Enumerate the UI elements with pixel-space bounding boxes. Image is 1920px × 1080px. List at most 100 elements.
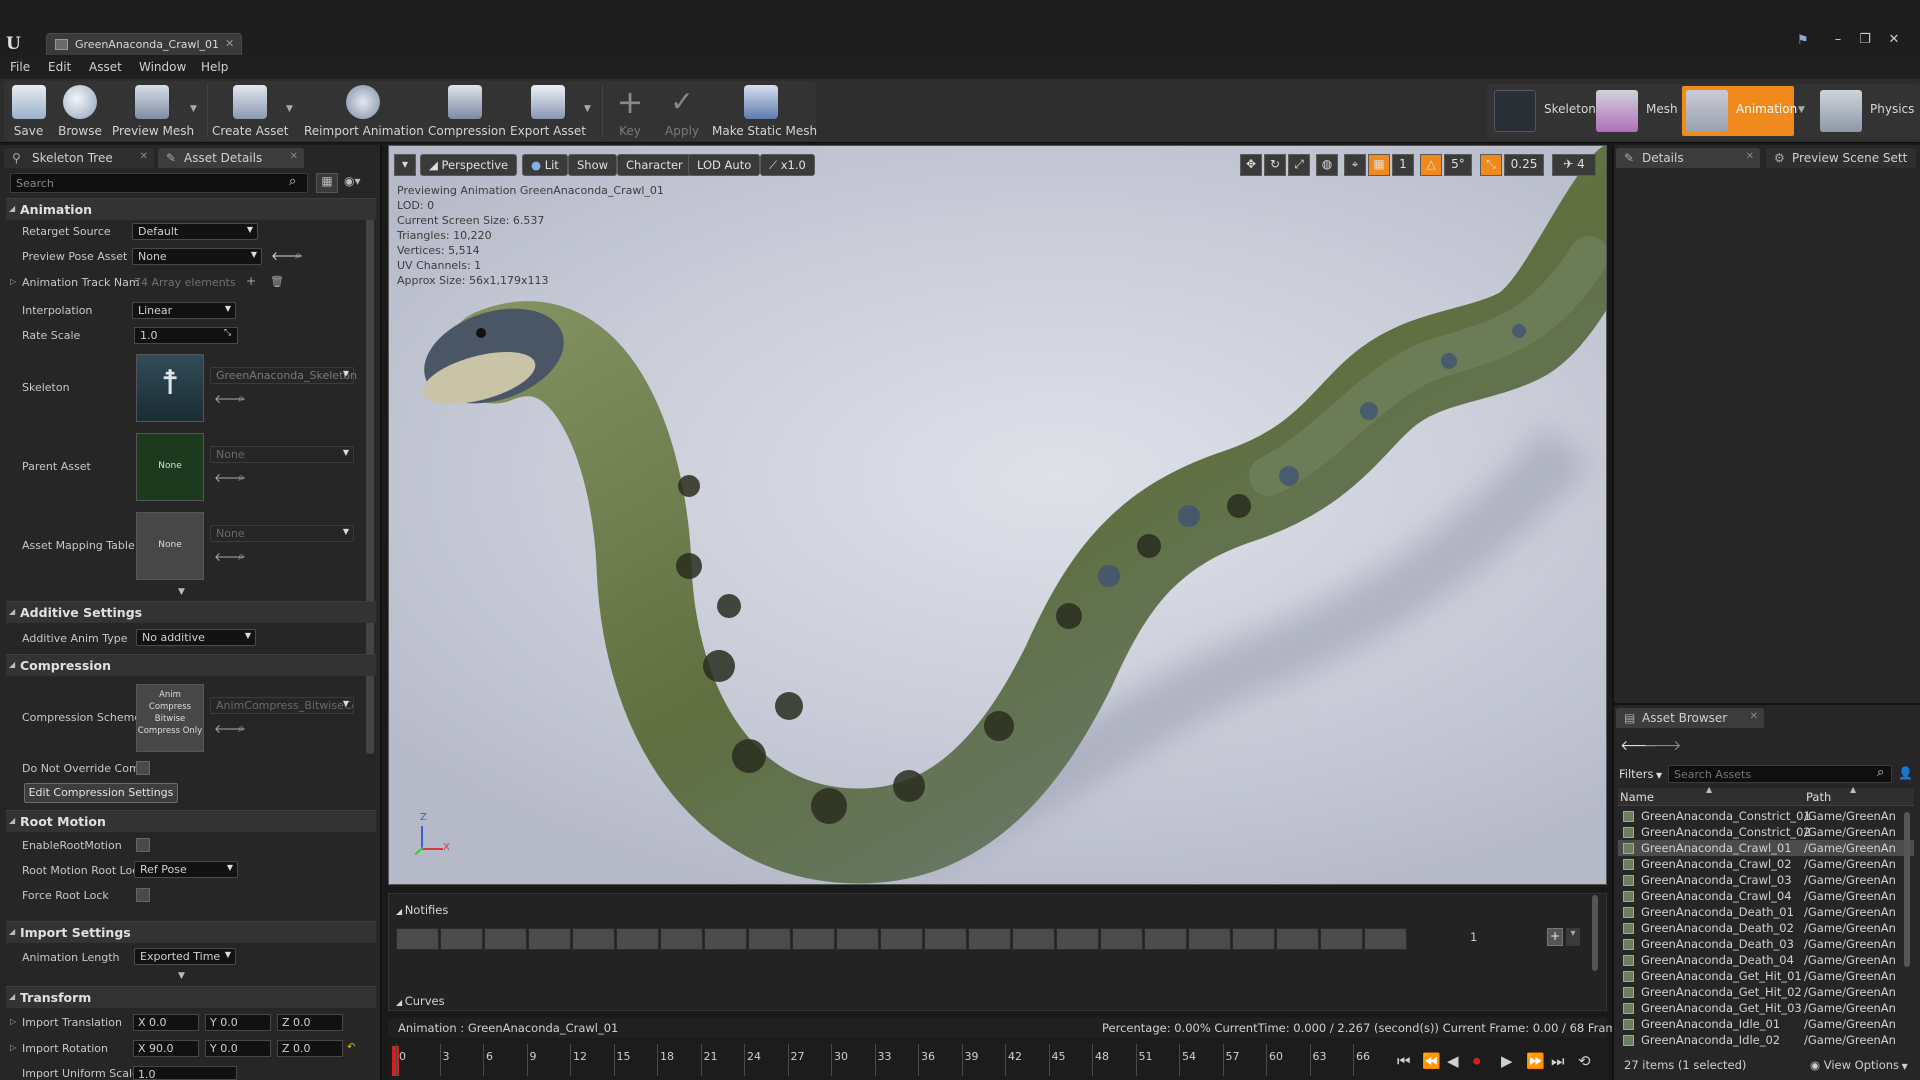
create-asset-button[interactable]: Create Asset <box>212 81 289 141</box>
browse-search-icon[interactable]: ⌕ <box>238 721 245 736</box>
tab-asset-browser[interactable]: ▤ Asset Browser ✕ <box>1616 708 1764 728</box>
notify-track-cell[interactable] <box>968 928 1011 950</box>
notifies-header[interactable]: ◢ Notifies <box>396 903 448 917</box>
play-reverse-icon[interactable]: ◀ <box>1447 1052 1459 1070</box>
minimize-button[interactable]: – <box>1828 32 1848 50</box>
jump-to-end-icon[interactable]: ⏭ <box>1551 1052 1565 1070</box>
notify-track-cell[interactable] <box>924 928 967 950</box>
viewport-options-dropdown[interactable]: ▾ <box>394 154 416 176</box>
expand-arrow-icon[interactable]: ▷ <box>10 277 16 286</box>
asset-list-item[interactable]: GreenAnaconda_Death_04/Game/GreenAn <box>1618 952 1914 968</box>
scale-snap-icon[interactable]: ⤡ <box>1480 154 1502 176</box>
tab-preview-scene-settings[interactable]: ⚙ Preview Scene Sett <box>1766 148 1916 168</box>
notify-track-cell[interactable] <box>616 928 659 950</box>
notify-track-cell[interactable] <box>704 928 747 950</box>
eye-visibility-icon[interactable]: ◉▾ <box>344 174 361 188</box>
notify-track-cell[interactable] <box>880 928 923 950</box>
mode-mesh-button[interactable]: Mesh <box>1592 86 1682 136</box>
notify-track-cell[interactable] <box>792 928 835 950</box>
character-button[interactable]: Character <box>617 154 692 176</box>
translate-mode-icon[interactable]: ✥ <box>1240 154 1262 176</box>
interpolation-dropdown[interactable]: Linear ▼ <box>132 302 236 319</box>
root-motion-lock-dropdown[interactable]: Ref Pose ▼ <box>134 861 238 878</box>
import-rotation-x[interactable]: X 90.0 <box>133 1040 199 1057</box>
notify-track-cell[interactable] <box>1320 928 1363 950</box>
details-search-input[interactable]: Search <box>10 173 308 193</box>
expand-arrow-icon[interactable]: ▷ <box>10 1017 16 1026</box>
playback-speed-button[interactable]: ⟋ x1.0 <box>760 154 815 176</box>
loop-icon[interactable]: ⟲ <box>1578 1052 1591 1070</box>
surface-snap-icon[interactable]: ⌖ <box>1344 154 1366 176</box>
notifies-scrollbar[interactable] <box>1592 895 1598 971</box>
view-options-button[interactable]: ◉ View Options ▼ <box>1810 1058 1908 1072</box>
maximize-button[interactable]: ❐ <box>1855 32 1875 50</box>
section-root-motion[interactable]: ◢ Root Motion <box>6 810 376 832</box>
curves-header[interactable]: ◢ Curves <box>396 994 445 1008</box>
export-asset-button[interactable]: Export Asset <box>510 81 586 141</box>
parent-asset-thumbnail[interactable]: None <box>136 433 204 501</box>
notify-track-cell[interactable] <box>572 928 615 950</box>
export-dropdown-icon[interactable]: ▼ <box>584 104 591 114</box>
spin-arrows-icon[interactable]: ⤡ <box>224 328 231 338</box>
rotation-snap-icon[interactable]: △ <box>1420 154 1442 176</box>
section-transform[interactable]: ◢ Transform <box>6 986 376 1008</box>
import-translation-z[interactable]: Z 0.0 <box>277 1014 343 1031</box>
show-button[interactable]: Show <box>568 154 618 176</box>
scale-mode-icon[interactable]: ⤢ <box>1288 154 1310 176</box>
step-forward-icon[interactable]: ⏩ <box>1526 1052 1545 1070</box>
import-translation-x[interactable]: X 0.0 <box>133 1014 199 1031</box>
feedback-icon[interactable]: ⚑ <box>1797 33 1809 48</box>
notify-track-cell[interactable] <box>1364 928 1407 950</box>
section-additive-settings[interactable]: ◢ Additive Settings <box>6 601 376 623</box>
expand-arrow-icon[interactable]: ▷ <box>10 1043 16 1052</box>
lod-level-value[interactable]: 1 <box>1392 154 1414 176</box>
create-asset-dropdown-icon[interactable]: ▼ <box>286 104 293 114</box>
tab-skeleton-tree[interactable]: ⚲ Skeleton Tree ✕ <box>4 148 154 168</box>
key-button[interactable]: + Key <box>608 81 652 141</box>
step-back-icon[interactable]: ⏪ <box>1422 1052 1441 1070</box>
notify-track-cell[interactable] <box>484 928 527 950</box>
menu-help[interactable]: Help <box>201 60 228 74</box>
notify-track[interactable] <box>396 928 1408 950</box>
browse-search-icon[interactable]: ⌕ <box>295 248 302 263</box>
preview-mesh-dropdown-icon[interactable]: ▼ <box>190 104 197 114</box>
menu-asset[interactable]: Asset <box>89 60 122 74</box>
tab-details[interactable]: ✎ Details ✕ <box>1616 148 1760 168</box>
view-list-icon[interactable]: ▦ <box>316 173 338 193</box>
compression-button[interactable]: Compression <box>428 81 506 141</box>
mapping-table-dropdown[interactable]: None ▼ <box>210 525 354 542</box>
menu-file[interactable]: File <box>10 60 30 74</box>
notify-track-cell[interactable] <box>1100 928 1143 950</box>
filters-dropdown[interactable]: Filters ▼ <box>1619 767 1662 781</box>
preview-pose-asset-dropdown[interactable]: None ▼ <box>132 248 262 265</box>
parent-asset-dropdown[interactable]: None ▼ <box>210 446 354 463</box>
asset-list-item[interactable]: GreenAnaconda_Death_01/Game/GreenAn <box>1618 904 1914 920</box>
jump-to-start-icon[interactable]: ⏮ <box>1397 1052 1411 1070</box>
column-name-header[interactable]: Name <box>1620 790 1654 804</box>
track-options-dropdown[interactable]: ▾ <box>1566 928 1580 946</box>
document-tab[interactable]: GreenAnaconda_Crawl_01 ✕ <box>46 33 242 55</box>
notify-track-cell[interactable] <box>1232 928 1275 950</box>
apply-button[interactable]: ✓ Apply <box>658 81 706 141</box>
show-advanced-arrow-icon[interactable]: ▼ <box>178 971 185 981</box>
add-element-icon[interactable]: + <box>246 274 256 288</box>
import-translation-y[interactable]: Y 0.0 <box>205 1014 271 1031</box>
show-advanced-arrow-icon[interactable]: ▼ <box>178 587 185 597</box>
asset-list-scrollbar[interactable] <box>1904 812 1910 967</box>
notify-track-cell[interactable] <box>660 928 703 950</box>
notify-track-cell[interactable] <box>748 928 791 950</box>
force-root-lock-checkbox[interactable] <box>136 888 150 902</box>
asset-list-item[interactable]: GreenAnaconda_Constrict_01/Game/GreenAn <box>1618 808 1914 824</box>
rate-scale-input[interactable]: 1.0 <box>134 327 238 344</box>
mode-animation-button[interactable]: Animation <box>1682 86 1797 136</box>
viewport[interactable] <box>388 145 1607 885</box>
user-icon[interactable]: 👤 <box>1898 766 1913 780</box>
scale-snap-value[interactable]: 0.25 <box>1504 154 1544 176</box>
notify-track-cell[interactable] <box>396 928 439 950</box>
rotation-snap-value[interactable]: 5° <box>1444 154 1472 176</box>
section-animation[interactable]: ◢ Animation <box>6 198 376 220</box>
close-tab-icon[interactable]: ✕ <box>1750 711 1758 722</box>
asset-list-item[interactable]: GreenAnaconda_Idle_02/Game/GreenAn <box>1618 1032 1914 1048</box>
perspective-button[interactable]: ◢ Perspective <box>420 154 518 176</box>
tab-asset-details[interactable]: ✎ Asset Details ✕ <box>158 148 304 168</box>
